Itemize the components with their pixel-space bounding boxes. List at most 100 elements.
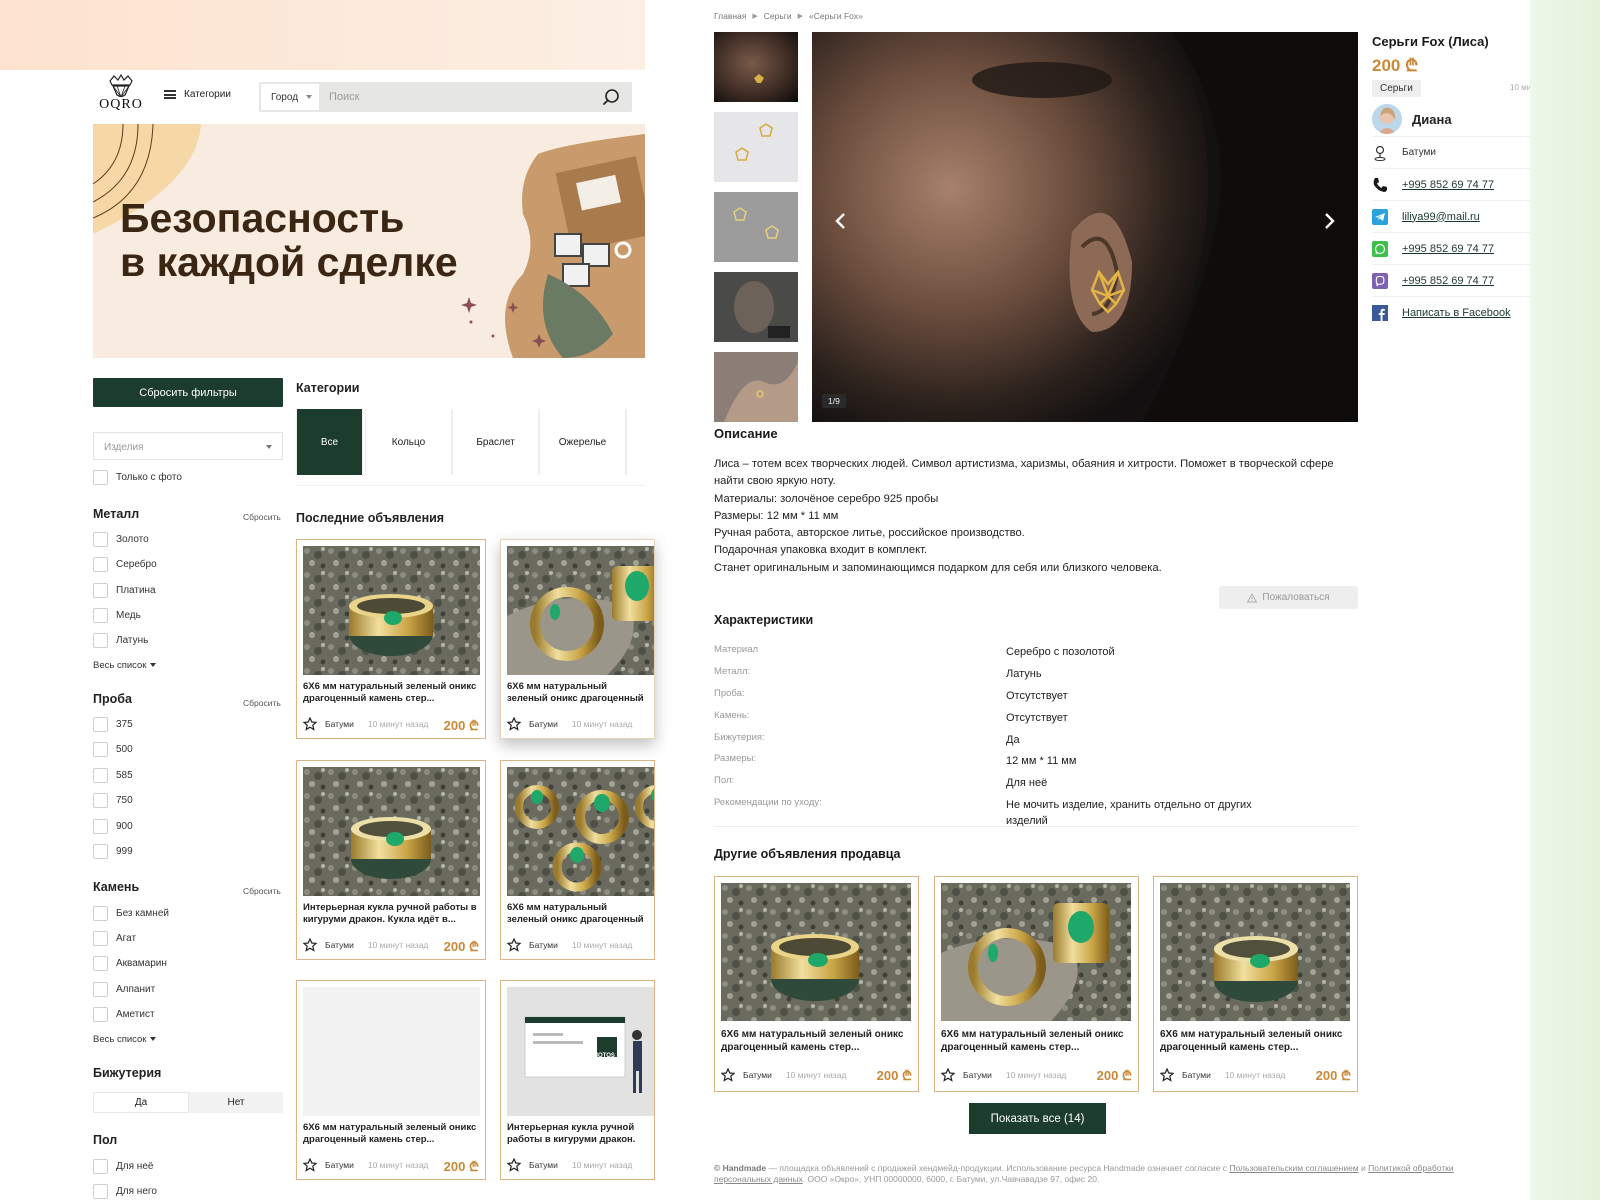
listing-title[interactable]: Интерьерная кукла ручной работы в кигуру… (303, 902, 479, 926)
tab-ring[interactable]: Кольцо (365, 409, 452, 475)
checkbox-box[interactable] (93, 906, 108, 921)
listing-title[interactable]: 6X6 мм натуральный зеленый оникс драгоце… (941, 1028, 1132, 1054)
avatar[interactable] (1372, 104, 1402, 134)
checkbox-proba-585[interactable]: 585 (93, 768, 133, 783)
checkbox-box[interactable] (93, 844, 108, 859)
phone-link[interactable]: +995 852 69 74 77 (1402, 179, 1494, 191)
promo-banner[interactable]: Безопасность в каждой сделке (93, 124, 645, 358)
favorite-star-icon[interactable] (507, 717, 521, 731)
seller-facebook[interactable]: Написать в Facebook (1372, 296, 1530, 328)
listing-card[interactable]: Интерьерная кукла ручной работы в кигуру… (296, 760, 486, 960)
bijou-yes-option[interactable]: Да (93, 1092, 189, 1113)
footer-privacy-link-cont[interactable]: персональных данных (714, 1174, 803, 1184)
checkbox-stone-none[interactable]: Без камней (93, 906, 169, 921)
product-type-select[interactable]: Изделия (93, 432, 283, 460)
listing-photo-placeholder[interactable] (303, 987, 480, 1116)
footer-terms-link[interactable]: Пользовательским соглашением (1229, 1163, 1358, 1173)
gallery-thumbnail[interactable] (714, 32, 798, 102)
whatsapp-link[interactable]: +995 852 69 74 77 (1402, 243, 1494, 255)
listing-title[interactable]: Интерьерная кукла ручной работы в кигуру… (507, 1122, 648, 1146)
listing-photo[interactable] (721, 883, 911, 1021)
listing-card[interactable]: 6X6 мм натуральный зеленый оникс драгоце… (296, 980, 486, 1180)
favorite-star-icon[interactable] (507, 1158, 521, 1172)
checkbox-proba-500[interactable]: 500 (93, 742, 133, 757)
checkbox-box[interactable] (93, 768, 108, 783)
listing-photo-placeholder[interactable]: NO PHOTOS (507, 987, 654, 1116)
checkbox-box[interactable] (93, 931, 108, 946)
checkbox-gender-her[interactable]: Для неё (93, 1159, 153, 1174)
product-main-image[interactable]: 1/9 (812, 32, 1358, 422)
checkbox-box[interactable] (93, 583, 108, 598)
checkbox-metal-gold[interactable]: Золото (93, 532, 149, 547)
listing-photo[interactable] (303, 767, 480, 896)
checkbox-metal-copper[interactable]: Медь (93, 608, 141, 623)
favorite-star-icon[interactable] (303, 1158, 317, 1172)
gallery-thumbnail[interactable] (714, 272, 798, 342)
checkbox-metal-silver[interactable]: Серебро (93, 557, 157, 572)
chevron-left-icon[interactable] (830, 210, 852, 232)
seller-whatsapp[interactable]: +995 852 69 74 77 (1372, 232, 1530, 264)
favorite-star-icon[interactable] (721, 1068, 735, 1082)
search-input[interactable]: Поиск (329, 91, 359, 103)
listing-card[interactable]: NO PHOTOS Интерьерная кукла ручной работ… (500, 980, 655, 1180)
reset-filters-button[interactable]: Сбросить фильтры (93, 378, 283, 407)
tab-all[interactable]: Все (296, 409, 363, 475)
checkbox-box[interactable] (93, 557, 108, 572)
checkbox-box[interactable] (93, 1007, 108, 1022)
tab-more[interactable] (626, 409, 645, 475)
city-select[interactable]: Город (261, 84, 319, 110)
seller-phone[interactable]: +995 852 69 74 77 (1372, 168, 1530, 200)
filter-stone-reset[interactable]: Сбросить (243, 886, 281, 896)
listing-title[interactable]: 6X6 мм натуральный зеленый оникс драгоце… (721, 1028, 912, 1054)
only-photo-checkbox[interactable]: Только с фото (93, 470, 182, 485)
checkbox-stone-amethyst[interactable]: Аметист (93, 1007, 155, 1022)
listing-card[interactable]: 6X6 мм натуральный зеленый оникс драгоце… (296, 539, 486, 739)
checkbox-box[interactable] (93, 633, 108, 648)
tab-necklace[interactable]: Ожерелье (539, 409, 626, 475)
listing-photo[interactable] (303, 546, 480, 675)
checkbox-box[interactable] (93, 742, 108, 757)
gallery-thumbnail[interactable] (714, 112, 798, 182)
checkbox-box[interactable] (93, 608, 108, 623)
viber-link[interactable]: +995 852 69 74 77 (1402, 275, 1494, 287)
bijou-no-option[interactable]: Нет (189, 1092, 283, 1113)
listing-title[interactable]: 6X6 мм натуральный зеленый оникс драгоце… (507, 681, 648, 705)
checkbox-stone-agate[interactable]: Агат (93, 931, 136, 946)
checkbox-metal-brass[interactable]: Латунь (93, 633, 148, 648)
checkbox-box[interactable] (93, 1159, 108, 1174)
checkbox-proba-375[interactable]: 375 (93, 717, 133, 732)
gallery-thumbnail[interactable] (714, 352, 798, 422)
listing-photo[interactable] (507, 767, 654, 896)
breadcrumb-item[interactable]: Серьги (764, 11, 792, 21)
show-all-button[interactable]: Показать все (14) (969, 1103, 1106, 1134)
checkbox-proba-900[interactable]: 900 (93, 819, 133, 834)
checkbox-box[interactable] (93, 717, 108, 732)
listing-photo[interactable] (941, 883, 1131, 1021)
product-category-badge[interactable]: Серьги (1372, 80, 1421, 97)
listing-card[interactable]: 6X6 мм натуральный зеленый оникс драгоце… (714, 876, 919, 1092)
tab-bracelet[interactable]: Браслет (452, 409, 539, 475)
metal-show-all-link[interactable]: Весь список (93, 660, 156, 671)
favorite-star-icon[interactable] (507, 938, 521, 952)
checkbox-stone-aquamarine[interactable]: Аквамарин (93, 956, 167, 971)
listing-title[interactable]: 6X6 мм натуральный зеленый оникс драгоце… (303, 1122, 479, 1146)
email-link[interactable]: liliya99@mail.ru (1402, 211, 1480, 223)
favorite-star-icon[interactable] (941, 1068, 955, 1082)
filter-metal-reset[interactable]: Сбросить (243, 512, 281, 522)
breadcrumb-item[interactable]: Главная (714, 11, 746, 21)
favorite-star-icon[interactable] (1160, 1068, 1174, 1082)
checkbox-box[interactable] (93, 1184, 108, 1199)
gallery-thumbnail[interactable] (714, 192, 798, 262)
checkbox-box[interactable] (93, 532, 108, 547)
seller-name[interactable]: Диана (1412, 112, 1452, 127)
favorite-star-icon[interactable] (303, 717, 317, 731)
breadcrumb-item[interactable]: «Серьги Fox» (809, 11, 863, 21)
listing-title[interactable]: 6X6 мм натуральный зеленый оникс драгоце… (507, 902, 648, 926)
stone-show-all-link[interactable]: Весь список (93, 1034, 156, 1045)
categories-menu-button[interactable]: Категории (164, 89, 231, 100)
checkbox-stone-alpanit[interactable]: Алпанит (93, 982, 155, 997)
checkbox-proba-750[interactable]: 750 (93, 793, 133, 808)
listing-card[interactable]: 6X6 мм натуральный зеленый оникс драгоце… (500, 760, 655, 960)
footer-privacy-link[interactable]: Политикой обработки (1368, 1163, 1453, 1173)
listing-photo[interactable] (1160, 883, 1350, 1021)
